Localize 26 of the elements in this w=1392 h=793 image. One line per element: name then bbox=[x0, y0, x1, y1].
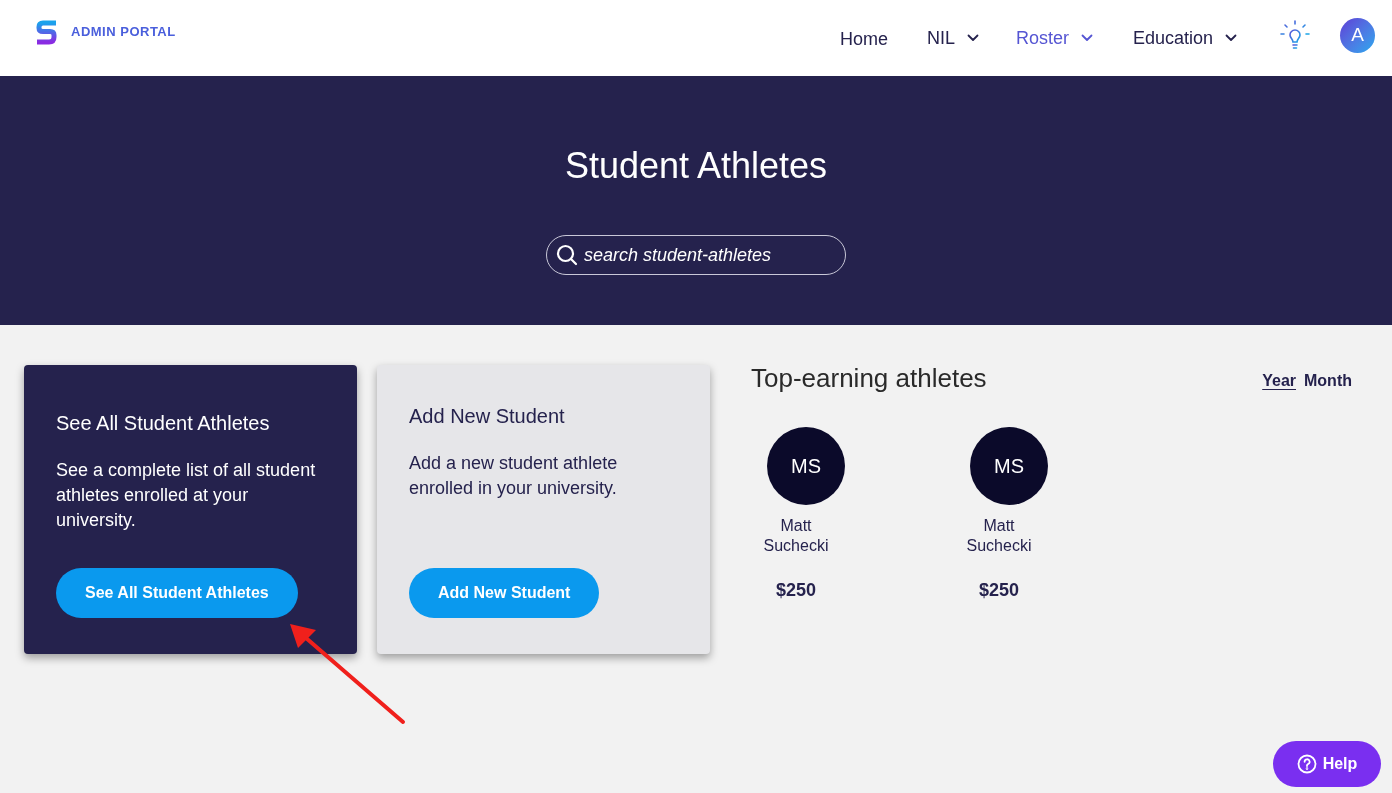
search-field[interactable]: search student-athletes bbox=[546, 235, 846, 275]
period-toggle[interactable]: Month bbox=[1304, 369, 1352, 393]
athlete-earnings: $250 bbox=[978, 579, 1019, 602]
athlete-avatar: MS bbox=[970, 427, 1048, 505]
card-title: See All Student Athletes bbox=[56, 411, 271, 436]
user-avatar[interactable]: A bbox=[1340, 17, 1375, 53]
nav-link[interactable]: NIL bbox=[926, 24, 979, 52]
athlete-earnings: $250 bbox=[775, 579, 816, 602]
nav-link[interactable]: Home bbox=[839, 26, 888, 53]
nav-link[interactable]: Education bbox=[1132, 24, 1237, 52]
card-title: Add New Student bbox=[409, 404, 566, 429]
help-button[interactable]: Help bbox=[1273, 741, 1381, 787]
logo-icon bbox=[36, 19, 57, 45]
search-icon bbox=[556, 244, 578, 266]
nav-link[interactable]: Roster bbox=[1015, 24, 1093, 52]
card-description: See a complete list of all student athletes enrolled at your university. bbox=[56, 459, 317, 532]
card-description: Add a new student athlete enrolled in your university. bbox=[409, 452, 619, 500]
athlete-name: Matt Suchecki bbox=[965, 516, 1033, 556]
page-title: Student Athletes bbox=[564, 144, 828, 188]
section-title: Top-earning athletes bbox=[751, 362, 987, 394]
logo-text: ADMIN PORTAL bbox=[71, 23, 176, 42]
period-toggle[interactable]: Year bbox=[1262, 369, 1296, 393]
athlete-avatar: MS bbox=[767, 427, 845, 505]
question-icon bbox=[1296, 754, 1317, 774]
athlete-name: Matt Suchecki bbox=[762, 516, 830, 556]
lightbulb-icon[interactable] bbox=[1280, 20, 1310, 50]
